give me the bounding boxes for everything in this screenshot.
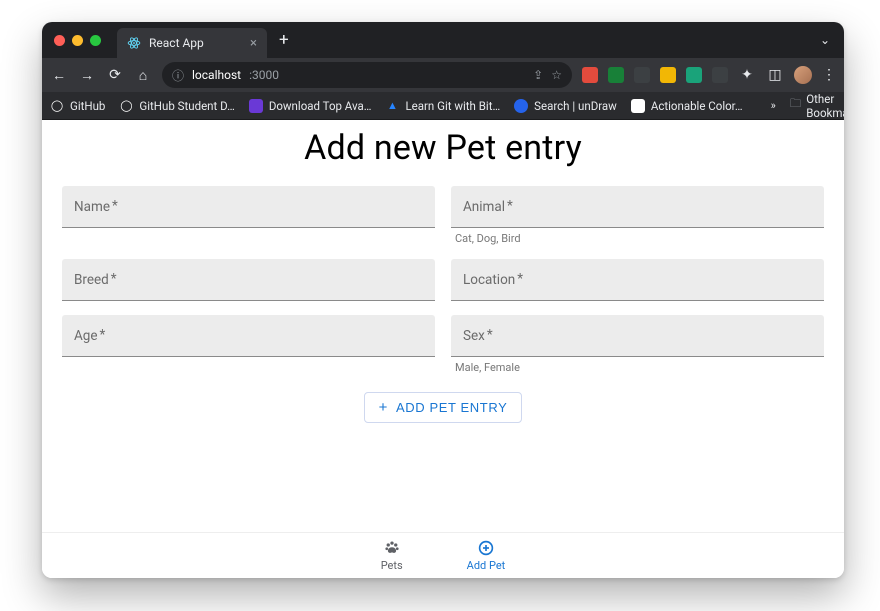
window-controls — [54, 35, 101, 46]
bookmarks-bar: ◯ GitHub ◯ GitHub Student D… Download Top … — [42, 92, 844, 120]
browser-tab[interactable]: React App × — [117, 28, 267, 58]
bookmark-label: Learn Git with Bit… — [405, 99, 500, 113]
sex-helper-text: Male, Female — [451, 361, 824, 374]
extension-icon[interactable] — [686, 67, 702, 83]
age-field-wrapper: Age* — [62, 315, 435, 374]
add-pet-entry-button[interactable]: + ADD PET ENTRY — [364, 392, 523, 423]
other-bookmarks-label: Other Bookmarks — [806, 92, 844, 120]
name-field-wrapper: Name* — [62, 186, 435, 245]
bookmark-item[interactable]: Actionable Color… — [631, 99, 743, 113]
extension-icon[interactable] — [712, 67, 728, 83]
breed-label: Breed* — [74, 272, 117, 288]
atlassian-icon: ▲ — [385, 99, 399, 113]
other-bookmarks-folder[interactable]: 🗀 Other Bookmarks — [790, 92, 844, 120]
animal-helper-text: Cat, Dog, Bird — [451, 232, 824, 245]
breed-field[interactable]: Breed* — [62, 259, 435, 301]
age-field[interactable]: Age* — [62, 315, 435, 357]
extensions-puzzle-icon[interactable]: ✦ — [738, 67, 756, 83]
download-icon — [249, 99, 263, 113]
profile-avatar[interactable] — [794, 66, 812, 84]
bookmark-label: GitHub Student D… — [139, 99, 234, 113]
nav-item-add-pet[interactable]: Add Pet — [467, 539, 506, 572]
plus-icon: + — [379, 400, 388, 415]
add-circle-icon — [477, 539, 495, 557]
bookmark-label: Actionable Color… — [651, 99, 743, 113]
minimize-window-button[interactable] — [72, 35, 83, 46]
bookmark-item[interactable]: Search | unDraw — [514, 99, 617, 113]
location-label: Location* — [463, 272, 523, 288]
nav-home-button[interactable]: ⌂ — [134, 67, 152, 84]
browser-window: React App × + ⌄ ← → ⟳ ⌂ ⓘ localhost :3000… — [42, 22, 844, 578]
extension-icon[interactable] — [634, 67, 650, 83]
bookmark-label: Search | unDraw — [534, 99, 617, 113]
tabs-dropdown-icon[interactable]: ⌄ — [820, 33, 830, 47]
tab-title: React App — [149, 36, 242, 50]
bookmark-label: Download Top Ava… — [269, 99, 372, 113]
nav-back-button[interactable]: ← — [50, 67, 68, 84]
sex-field-wrapper: Sex* Male, Female — [451, 315, 824, 374]
submit-label: ADD PET ENTRY — [396, 400, 507, 415]
github-icon: ◯ — [119, 99, 133, 113]
animal-field[interactable]: Animal* — [451, 186, 824, 228]
bookmark-item[interactable]: ▲ Learn Git with Bit… — [385, 99, 500, 113]
page-viewport: Add new Pet entry Name* Animal* Cat, Dog… — [42, 120, 844, 578]
nav-add-pet-label: Add Pet — [467, 559, 506, 572]
paw-icon — [383, 539, 401, 557]
react-favicon-icon — [127, 36, 141, 50]
nav-item-pets[interactable]: Pets — [381, 539, 403, 572]
nav-reload-button[interactable]: ⟳ — [106, 67, 124, 83]
sex-label: Sex* — [463, 328, 493, 344]
new-tab-button[interactable]: + — [279, 30, 289, 50]
nav-forward-button[interactable]: → — [78, 67, 96, 84]
site-info-icon[interactable]: ⓘ — [172, 67, 184, 84]
tab-close-icon[interactable]: × — [250, 37, 257, 50]
sex-field[interactable]: Sex* — [451, 315, 824, 357]
page-title: Add new Pet entry — [42, 128, 844, 168]
location-field-wrapper: Location* — [451, 259, 824, 301]
maximize-window-button[interactable] — [90, 35, 101, 46]
animal-field-wrapper: Animal* Cat, Dog, Bird — [451, 186, 824, 245]
folder-icon: 🗀 — [790, 96, 802, 115]
name-field[interactable]: Name* — [62, 186, 435, 228]
bookmark-label: GitHub — [70, 99, 105, 113]
animal-label: Animal* — [463, 199, 513, 215]
titlebar: React App × + ⌄ — [42, 22, 844, 58]
address-bar: ← → ⟳ ⌂ ⓘ localhost :3000 ⇪ ☆ ✦ ◫ ⋮ — [42, 58, 844, 92]
url-host: localhost — [192, 68, 241, 82]
bookmark-item[interactable]: ◯ GitHub Student D… — [119, 99, 234, 113]
undraw-icon — [514, 99, 528, 113]
nav-pets-label: Pets — [381, 559, 403, 572]
bottom-nav: Pets Add Pet — [42, 532, 844, 578]
name-label: Name* — [74, 199, 118, 215]
github-icon: ◯ — [50, 99, 64, 113]
color-icon — [631, 99, 645, 113]
extensions-row: ✦ ◫ ⋮ — [582, 66, 836, 84]
bookmark-item[interactable]: Download Top Ava… — [249, 99, 372, 113]
pet-form: Name* Animal* Cat, Dog, Bird Breed* Loca… — [42, 168, 844, 382]
bookmark-item[interactable]: ◯ GitHub — [50, 99, 105, 113]
omnibox[interactable]: ⓘ localhost :3000 ⇪ ☆ — [162, 62, 572, 88]
close-window-button[interactable] — [54, 35, 65, 46]
location-field[interactable]: Location* — [451, 259, 824, 301]
extension-icon[interactable] — [582, 67, 598, 83]
share-icon[interactable]: ⇪ — [533, 68, 543, 82]
side-panel-icon[interactable]: ◫ — [766, 67, 784, 83]
breed-field-wrapper: Breed* — [62, 259, 435, 301]
bookmarks-overflow-icon[interactable]: » — [771, 99, 776, 112]
extension-icon[interactable] — [608, 67, 624, 83]
url-port: :3000 — [249, 68, 279, 82]
extension-icon[interactable] — [660, 67, 676, 83]
bookmark-star-icon[interactable]: ☆ — [551, 68, 562, 82]
browser-menu-icon[interactable]: ⋮ — [822, 67, 836, 83]
age-label: Age* — [74, 328, 105, 344]
